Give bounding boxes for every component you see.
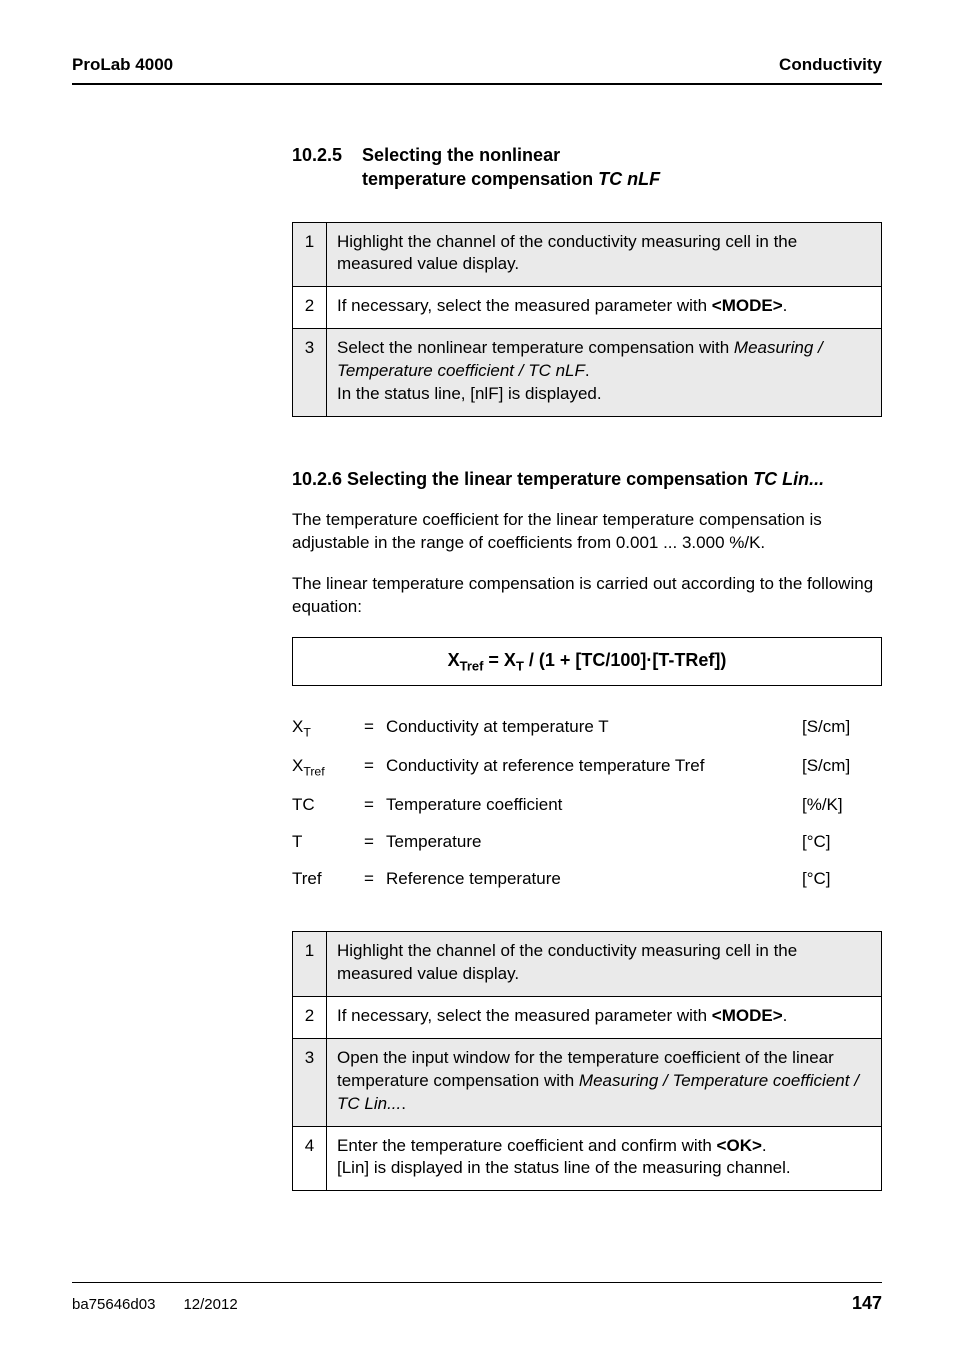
term-unit: [%/K] [802,794,882,817]
step-number: 2 [293,996,327,1038]
step-text-mid: . [585,361,590,380]
terms-list: XT = Conductivity at temperature T [S/cm… [292,716,882,891]
steps-table-2: 1 Highlight the channel of the conductiv… [292,931,882,1192]
term-desc: Temperature coefficient [386,794,802,817]
step-text: If necessary, select the measured parame… [327,287,882,329]
header-rule [72,83,882,85]
term-eq: = [364,868,386,891]
term-symbol: TC [292,794,364,817]
footer-doc-id: ba75646d03 [72,1295,155,1315]
step-text-suffix: . [783,1006,788,1025]
section-title-line2b: TC nLF [598,169,660,189]
table-row: 4 Enter the temperature coefficient and … [293,1126,882,1191]
formula-part: X [448,650,460,670]
section-number: 10.2.5 [292,143,342,192]
step-text-line2: In the status line, [nlF] is displayed. [337,384,602,403]
step-text-prefix: If necessary, select the measured parame… [337,1006,712,1025]
section-10-2-5-heading: 10.2.5 Selecting the nonlinear temperatu… [292,143,882,192]
page: ProLab 4000 Conductivity 10.2.5 Selectin… [0,0,954,1351]
subheading-ital: TC Lin... [753,469,824,489]
section-title-line2a: temperature compensation [362,169,598,189]
term-desc: Conductivity at reference temperature Tr… [386,755,802,778]
footer-row: ba75646d03 12/2012 147 [72,1291,882,1315]
term-eq: = [364,755,386,778]
formula-part: / (1 + [TC/100]·[T-TRef]) [524,650,727,670]
step-text-suffix: . [401,1094,406,1113]
footer-left: ba75646d03 12/2012 [72,1295,238,1315]
term-symbol: T [292,831,364,854]
step-text: Highlight the channel of the conductivit… [327,931,882,996]
table-row: 2 If necessary, select the measured para… [293,996,882,1038]
step-number: 1 [293,931,327,996]
step-text-prefix: If necessary, select the measured parame… [337,296,712,315]
term-desc: Reference temperature [386,868,802,891]
table-row: 1 Highlight the channel of the conductiv… [293,931,882,996]
page-header: ProLab 4000 Conductivity [72,54,882,83]
term-symbol: XT [292,716,364,741]
table-row: 3 Open the input window for the temperat… [293,1038,882,1126]
step-text: Highlight the channel of the conductivit… [327,222,882,287]
section-title: Selecting the nonlinear temperature comp… [362,143,660,192]
term-unit: [S/cm] [802,716,882,739]
footer-date: 12/2012 [183,1295,237,1315]
step-text-bold: <MODE> [712,1006,783,1025]
formula-box: XTref = XT / (1 + [TC/100]·[T-TRef]) [292,637,882,686]
term-eq: = [364,794,386,817]
term-desc: Conductivity at temperature T [386,716,802,739]
term-eq: = [364,716,386,739]
step-text-suffix: . [783,296,788,315]
table-row: 1 Highlight the channel of the conductiv… [293,222,882,287]
step-number: 2 [293,287,327,329]
step-text-line2: [Lin] is displayed in the status line of… [337,1158,791,1177]
paragraph: The linear temperature compensation is c… [292,573,882,619]
step-text: If necessary, select the measured parame… [327,996,882,1038]
term-symbol: XTref [292,755,364,780]
step-text: Enter the temperature coefficient and co… [327,1126,882,1191]
step-number: 1 [293,222,327,287]
table-row: 2 If necessary, select the measured para… [293,287,882,329]
steps-table-1: 1 Highlight the channel of the conductiv… [292,222,882,418]
term-row: XT = Conductivity at temperature T [S/cm… [292,716,882,741]
subheading-prefix: 10.2.6 Selecting the linear temperature … [292,469,753,489]
term-unit: [S/cm] [802,755,882,778]
step-text-bold: <MODE> [712,296,783,315]
formula-sub: Tref [460,659,484,674]
formula-sub: T [516,659,524,674]
footer-rule [72,1282,882,1283]
header-left: ProLab 4000 [72,54,173,77]
paragraph: The temperature coefficient for the line… [292,509,882,555]
section-title-line1: Selecting the nonlinear [362,145,560,165]
table-row: 3 Select the nonlinear temperature compe… [293,329,882,417]
step-number: 4 [293,1126,327,1191]
main-content: 10.2.5 Selecting the nonlinear temperatu… [292,143,882,1191]
step-text: Open the input window for the temperatur… [327,1038,882,1126]
term-row: Tref = Reference temperature [°C] [292,868,882,891]
page-footer: ba75646d03 12/2012 147 [72,1282,882,1315]
step-number: 3 [293,329,327,417]
term-unit: [°C] [802,868,882,891]
term-row: TC = Temperature coefficient [%/K] [292,794,882,817]
step-text-mid: . [762,1136,767,1155]
term-row: XTref = Conductivity at reference temper… [292,755,882,780]
step-text-prefix: Select the nonlinear temperature compens… [337,338,734,357]
term-desc: Temperature [386,831,802,854]
term-eq: = [364,831,386,854]
step-text: Select the nonlinear temperature compens… [327,329,882,417]
step-text-bold: <OK> [717,1136,762,1155]
term-symbol: Tref [292,868,364,891]
term-unit: [°C] [802,831,882,854]
formula-part: = X [483,650,516,670]
header-right: Conductivity [779,54,882,77]
step-number: 3 [293,1038,327,1126]
section-10-2-6-heading: 10.2.6 Selecting the linear temperature … [292,467,882,491]
step-text-prefix: Enter the temperature coefficient and co… [337,1136,717,1155]
term-row: T = Temperature [°C] [292,831,882,854]
footer-page-number: 147 [852,1291,882,1315]
